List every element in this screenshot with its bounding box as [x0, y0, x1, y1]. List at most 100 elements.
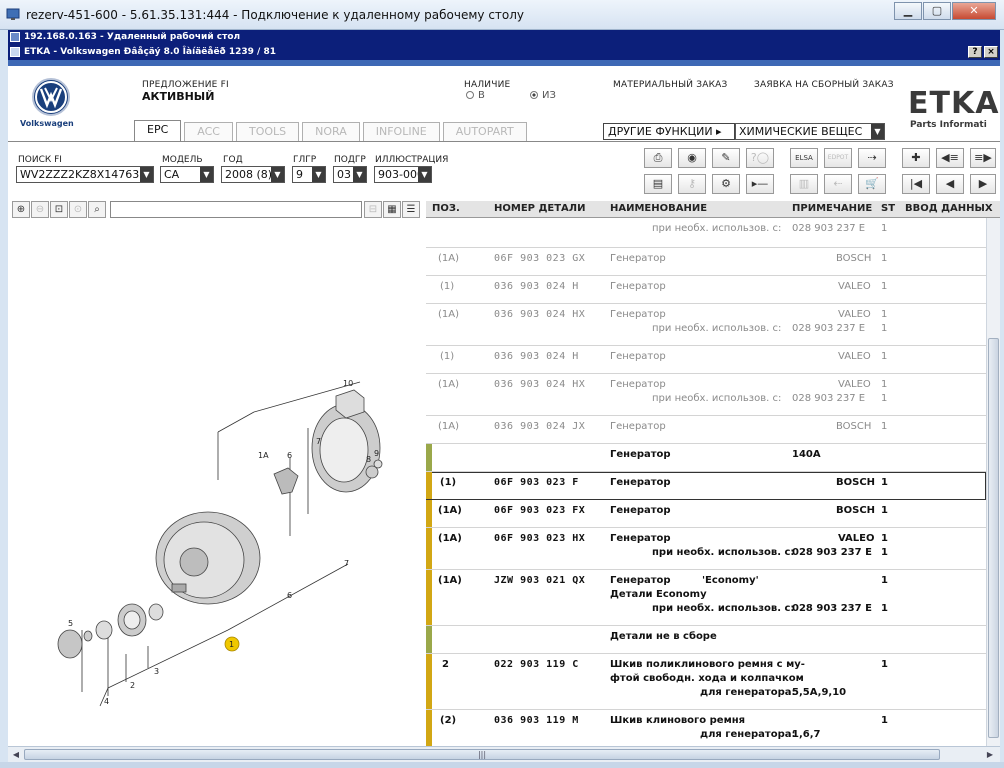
chevron-down-icon[interactable]: ▼: [418, 167, 431, 182]
table-row-selected[interactable]: (1) 06F 903 023 F Генератор BOSCH 1: [426, 472, 986, 500]
chemicals-select[interactable]: ХИМИЧЕСКИЕ ВЕЩЕС ▼: [735, 123, 885, 140]
table-row[interactable]: (1) 036 903 024 H Генератор VALEO 1: [426, 276, 986, 304]
edpot-icon[interactable]: EDPOT: [824, 148, 852, 168]
col-st[interactable]: ST: [881, 203, 895, 214]
glgr-select[interactable]: 9 ▼: [292, 166, 326, 183]
radio-v[interactable]: В: [466, 90, 485, 101]
split-icon[interactable]: ▥: [790, 174, 818, 194]
split-view-icon[interactable]: ⊟: [364, 201, 382, 218]
col-pos[interactable]: ПОЗ.: [432, 203, 460, 214]
cd-icon[interactable]: ◉: [678, 148, 706, 168]
callout-4[interactable]: 4: [104, 697, 109, 706]
table-row[interactable]: при необх. использов. с: 028 903 237 E 1: [426, 218, 986, 248]
model-select[interactable]: CA ▼: [160, 166, 214, 183]
bike-icon[interactable]: ⚙: [712, 174, 740, 194]
col-input[interactable]: ВВОД ДАННЫХ: [905, 203, 993, 214]
callout-8[interactable]: 8: [366, 455, 371, 464]
prev-page-icon[interactable]: ◀: [936, 174, 964, 194]
callout-10[interactable]: 10: [343, 379, 353, 388]
etka-close-button[interactable]: ×: [984, 46, 998, 58]
other-functions-button[interactable]: ДРУГИЕ ФУНКЦИИ ▸: [603, 123, 735, 140]
table-row[interactable]: (1A) 036 903 024 JX Генератор BOSCH 1: [426, 416, 986, 444]
tab-infoline[interactable]: INFOLINE: [362, 122, 440, 141]
callout-9[interactable]: 9: [374, 449, 379, 458]
grid-view-icon[interactable]: ▦: [383, 201, 401, 218]
col-name[interactable]: НАИМЕНОВАНИЕ: [610, 203, 707, 214]
illustration-search-field[interactable]: [110, 201, 362, 218]
vertical-scrollbar[interactable]: [986, 218, 1000, 746]
radio-v-circle[interactable]: [466, 91, 474, 99]
minimize-button[interactable]: ▁: [894, 2, 922, 20]
callout-7-top[interactable]: 7: [316, 437, 321, 446]
table-row[interactable]: (1A) 06F 903 023 FX Генератор BOSCH 1: [426, 500, 986, 528]
first-page-icon[interactable]: |◀: [902, 174, 930, 194]
table-row[interactable]: (1A) 06F 903 023 GX Генератор BOSCH 1: [426, 248, 986, 276]
zoom-reset-icon[interactable]: ⊙: [69, 201, 87, 218]
table-row[interactable]: (2) 036 903 119 M Шкив клинового ремня 1…: [426, 710, 986, 746]
tools-icon[interactable]: ✎: [712, 148, 740, 168]
col-note[interactable]: ПРИМЕЧАНИЕ: [792, 203, 872, 214]
tab-acc[interactable]: ACC: [184, 122, 233, 141]
callout-1[interactable]: 1: [229, 640, 234, 649]
col-part-number[interactable]: НОМЕР ДЕТАЛИ: [494, 203, 585, 214]
list-prev-icon[interactable]: ◀≡: [936, 148, 964, 168]
scroll-left-icon[interactable]: ◀: [10, 749, 22, 760]
maximize-button[interactable]: ▢: [923, 2, 951, 20]
table-row[interactable]: (1) 036 903 024 H Генератор VALEO 1: [426, 346, 986, 374]
horizontal-scrollbar[interactable]: ◀ ||| ▶: [8, 746, 1000, 762]
close-button[interactable]: ✕: [952, 2, 996, 20]
illustration-select[interactable]: 903-000 ▼: [374, 166, 432, 183]
radio-iz[interactable]: ИЗ: [530, 90, 556, 101]
table-row[interactable]: 2 022 903 119 C Шкив поликлинового ремня…: [426, 654, 986, 710]
printer-icon[interactable]: ⎙: [644, 148, 672, 168]
zoom-fit-icon[interactable]: ⊡: [50, 201, 68, 218]
table-row[interactable]: Генератор 140A: [426, 444, 986, 472]
table-row[interactable]: (1A) 06F 903 023 HX Генератор VALEO 1 пр…: [426, 528, 986, 570]
help-balloon-icon[interactable]: ?◯: [746, 148, 774, 168]
search-fi-select[interactable]: WV2ZZZ2KZ8X147637 ▼: [16, 166, 154, 183]
cart-icon[interactable]: 🛒: [858, 174, 886, 194]
next-page-icon[interactable]: ▶: [970, 174, 996, 194]
callout-6-top[interactable]: 6: [287, 451, 292, 460]
tab-nora[interactable]: NORA: [302, 122, 360, 141]
radio-iz-circle[interactable]: [530, 91, 538, 99]
table-row[interactable]: Детали не в сборе: [426, 626, 986, 654]
vertical-scrollbar-thumb[interactable]: [988, 338, 999, 738]
catalog-icon[interactable]: ▤: [644, 174, 672, 194]
scroll-right-icon[interactable]: ▶: [984, 749, 996, 760]
chevron-down-icon[interactable]: ▼: [271, 167, 284, 182]
list-view-icon[interactable]: ☰: [402, 201, 420, 218]
key-icon[interactable]: ⚷: [678, 174, 706, 194]
chevron-down-icon[interactable]: ▼: [140, 167, 153, 182]
zoom-out-icon[interactable]: ⊖: [31, 201, 49, 218]
tab-tools[interactable]: TOOLS: [235, 122, 300, 141]
year-select[interactable]: 2008 (8) ▼: [221, 166, 285, 183]
pin-icon[interactable]: ✚: [902, 148, 930, 168]
chevron-down-icon[interactable]: ▼: [353, 167, 366, 182]
table-row[interactable]: (1A) 036 903 024 HX Генератор VALEO 1 пр…: [426, 374, 986, 416]
material-order-link[interactable]: МАТЕРИАЛЬНЫЙ ЗАКАЗ: [613, 80, 728, 90]
horizontal-scrollbar-thumb[interactable]: |||: [24, 749, 940, 760]
podgr-select[interactable]: 03 ▼: [333, 166, 367, 183]
magnifier-icon[interactable]: ⌕: [88, 201, 106, 218]
table-row[interactable]: (1A) JZW 903 021 QX Генератор 'Economy' …: [426, 570, 986, 626]
callout-2[interactable]: 2: [130, 681, 135, 690]
assembly-order-link[interactable]: ЗАЯВКА НА СБОРНЫЙ ЗАКАЗ: [754, 80, 894, 90]
cart-forward-icon[interactable]: ⇢: [858, 148, 886, 168]
cart-back-icon[interactable]: ⇠: [824, 174, 852, 194]
chevron-down-icon[interactable]: ▼: [200, 167, 213, 182]
callout-1a[interactable]: 1A: [258, 451, 269, 460]
elsa-icon[interactable]: ELSA: [790, 148, 818, 168]
collapse-icon[interactable]: ▸—: [746, 174, 774, 194]
table-row[interactable]: (1A) 036 903 024 HX Генератор VALEO 1 пр…: [426, 304, 986, 346]
list-next-icon[interactable]: ≡▶: [970, 148, 996, 168]
chevron-down-icon[interactable]: ▼: [312, 167, 325, 182]
help-button[interactable]: ?: [968, 46, 982, 58]
tab-epc[interactable]: EPC: [134, 120, 182, 141]
callout-6-bottom[interactable]: 6: [287, 591, 292, 600]
tab-autopart[interactable]: AUTOPART: [442, 122, 527, 141]
chevron-down-icon[interactable]: ▼: [871, 124, 884, 139]
callout-7-bottom[interactable]: 7: [344, 559, 349, 568]
zoom-in-icon[interactable]: ⊕: [12, 201, 30, 218]
callout-3[interactable]: 3: [154, 667, 159, 676]
